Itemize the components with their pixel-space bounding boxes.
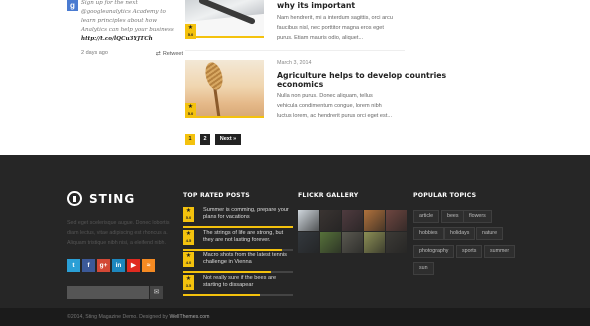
star-icon: ★ bbox=[185, 208, 192, 214]
top-rated-item[interactable]: ★ 4.0 Macro shots from the latest tennis c… bbox=[183, 252, 293, 274]
top-rated-item[interactable]: ★ 4.5 The strings of life are strong, but … bbox=[183, 230, 293, 252]
rating-fill bbox=[183, 294, 260, 296]
post-title[interactable]: Agriculture helps to develop countries e… bbox=[277, 71, 446, 89]
next-page-button[interactable]: Next » bbox=[215, 134, 241, 145]
top-rated-item[interactable]: ★ 3.5 Not really sure if the bees are star… bbox=[183, 275, 293, 297]
twitter-icon[interactable]: t bbox=[67, 259, 80, 272]
rating-value: 5.0 bbox=[185, 215, 192, 220]
footer-about-text: Sed eget scelerisque augue. Donec lobort… bbox=[67, 220, 170, 246]
rating-value: 3.5 bbox=[185, 283, 192, 288]
rating-badge: ★ 5.0 bbox=[183, 207, 194, 222]
topic-tag[interactable]: photography bbox=[413, 245, 455, 258]
top-rated-title[interactable]: Summer is comming, prepare your plans fo… bbox=[203, 207, 293, 220]
copyright-text: ©2014, Sting Magazine Demo. Designed by … bbox=[67, 314, 210, 320]
post-thumbnail[interactable] bbox=[185, 60, 264, 118]
mail-icon[interactable]: ✉ bbox=[150, 286, 163, 299]
topic-tag[interactable]: holidays bbox=[444, 227, 476, 240]
post-excerpt: Nulla non purus. Donec aliquam, tellus v… bbox=[277, 93, 393, 119]
rating-badge: ★ 4.0 bbox=[183, 252, 194, 267]
post-date: March 3, 2014 bbox=[277, 60, 312, 66]
flickr-photo[interactable] bbox=[342, 210, 363, 231]
google-plus-icon: g bbox=[67, 0, 78, 11]
main-content: g Sign up for the next @googleanalytics … bbox=[0, 0, 590, 155]
top-rated-title[interactable]: The strings of life are strong, but they… bbox=[203, 230, 293, 243]
rss-icon[interactable]: ≈ bbox=[142, 259, 155, 272]
rating-bar bbox=[196, 36, 264, 38]
topic-tag[interactable]: sun bbox=[413, 262, 434, 275]
designer-link[interactable]: WellThemes.com bbox=[169, 314, 209, 320]
email-field[interactable] bbox=[67, 286, 149, 299]
rating-bar bbox=[196, 116, 264, 118]
star-icon: ★ bbox=[187, 25, 194, 31]
tweet-text: Sign up for the next @googleanalytics Ac… bbox=[81, 0, 181, 44]
popular-topics-heading: POPULAR TOPICS bbox=[413, 192, 477, 199]
rating-fill bbox=[183, 249, 282, 251]
flickr-photo[interactable] bbox=[320, 232, 341, 253]
flickr-photo[interactable] bbox=[298, 232, 319, 253]
topic-tag[interactable]: sports bbox=[456, 245, 483, 258]
page-1-button[interactable]: 1 bbox=[185, 134, 195, 145]
top-rated-title[interactable]: Not really sure if the bees are starting… bbox=[203, 275, 293, 288]
topic-tag[interactable]: article bbox=[413, 210, 440, 223]
topic-tag[interactable]: summer bbox=[484, 245, 516, 258]
divider bbox=[185, 50, 405, 51]
top-rated-title[interactable]: Macro shots from the latest tennis chall… bbox=[203, 252, 293, 265]
top-rated-item[interactable]: ★ 5.0 Summer is comming, prepare your plan… bbox=[183, 207, 293, 229]
rating-fill bbox=[183, 226, 293, 228]
post-title[interactable]: why its important bbox=[277, 1, 355, 10]
star-icon: ★ bbox=[187, 104, 194, 110]
star-icon: ★ bbox=[185, 253, 192, 259]
topic-tag[interactable]: hobbies bbox=[413, 227, 444, 240]
rating-badge: ★ 3.5 bbox=[183, 275, 194, 290]
tweet-time[interactable]: 2 days ago bbox=[81, 50, 108, 56]
flickr-photo[interactable] bbox=[364, 232, 385, 253]
tweet-link[interactable]: http://t.co/lQCu3YJTCh bbox=[81, 35, 181, 44]
rating-badge: ★ 4.5 bbox=[183, 230, 194, 245]
flickr-gallery bbox=[298, 210, 408, 254]
rating-fill bbox=[183, 271, 271, 273]
post-thumbnail[interactable] bbox=[185, 0, 264, 38]
rating-badge: ★ 5.0 bbox=[185, 103, 196, 118]
flickr-photo[interactable] bbox=[342, 232, 363, 253]
footer-bottom-bar: ©2014, Sting Magazine Demo. Designed by … bbox=[0, 308, 590, 326]
facebook-icon[interactable]: f bbox=[82, 259, 95, 272]
sting-logo-icon bbox=[67, 191, 82, 206]
retweet-button[interactable]: ⇄ Retweet bbox=[156, 50, 183, 57]
retweet-icon: ⇄ bbox=[155, 51, 161, 57]
topic-tag[interactable]: flowers bbox=[463, 210, 492, 223]
page-2-button[interactable]: 2 bbox=[200, 134, 210, 145]
google-plus-icon[interactable]: g+ bbox=[97, 259, 110, 272]
flickr-photo[interactable] bbox=[364, 210, 385, 231]
flickr-heading: FLICKR GALLERY bbox=[298, 192, 359, 199]
flickr-photo[interactable] bbox=[320, 210, 341, 231]
site-footer: STING Sed eget scelerisque augue. Donec … bbox=[0, 155, 590, 326]
rating-badge: ★ 5.0 bbox=[185, 24, 196, 39]
youtube-icon[interactable]: ▶ bbox=[127, 259, 140, 272]
flickr-photo[interactable] bbox=[298, 210, 319, 231]
subscribe-form: ✉ bbox=[67, 286, 163, 299]
topic-tag[interactable]: nature bbox=[476, 227, 504, 240]
post-excerpt: Nam hendrerit, mi a interdum sagittis, o… bbox=[277, 15, 393, 41]
linkedin-icon[interactable]: in bbox=[112, 259, 125, 272]
star-icon: ★ bbox=[185, 231, 192, 237]
rating-value: 4.5 bbox=[185, 238, 192, 243]
flickr-photo[interactable] bbox=[386, 210, 407, 231]
rating-value: 4.0 bbox=[185, 260, 192, 265]
star-icon: ★ bbox=[185, 276, 192, 282]
top-rated-heading: TOP RATED POSTS bbox=[183, 192, 250, 199]
tweet-meta: 2 days ago ⇄ Retweet bbox=[81, 50, 183, 57]
topic-tag[interactable]: bees bbox=[441, 210, 465, 223]
flickr-photo[interactable] bbox=[386, 232, 407, 253]
